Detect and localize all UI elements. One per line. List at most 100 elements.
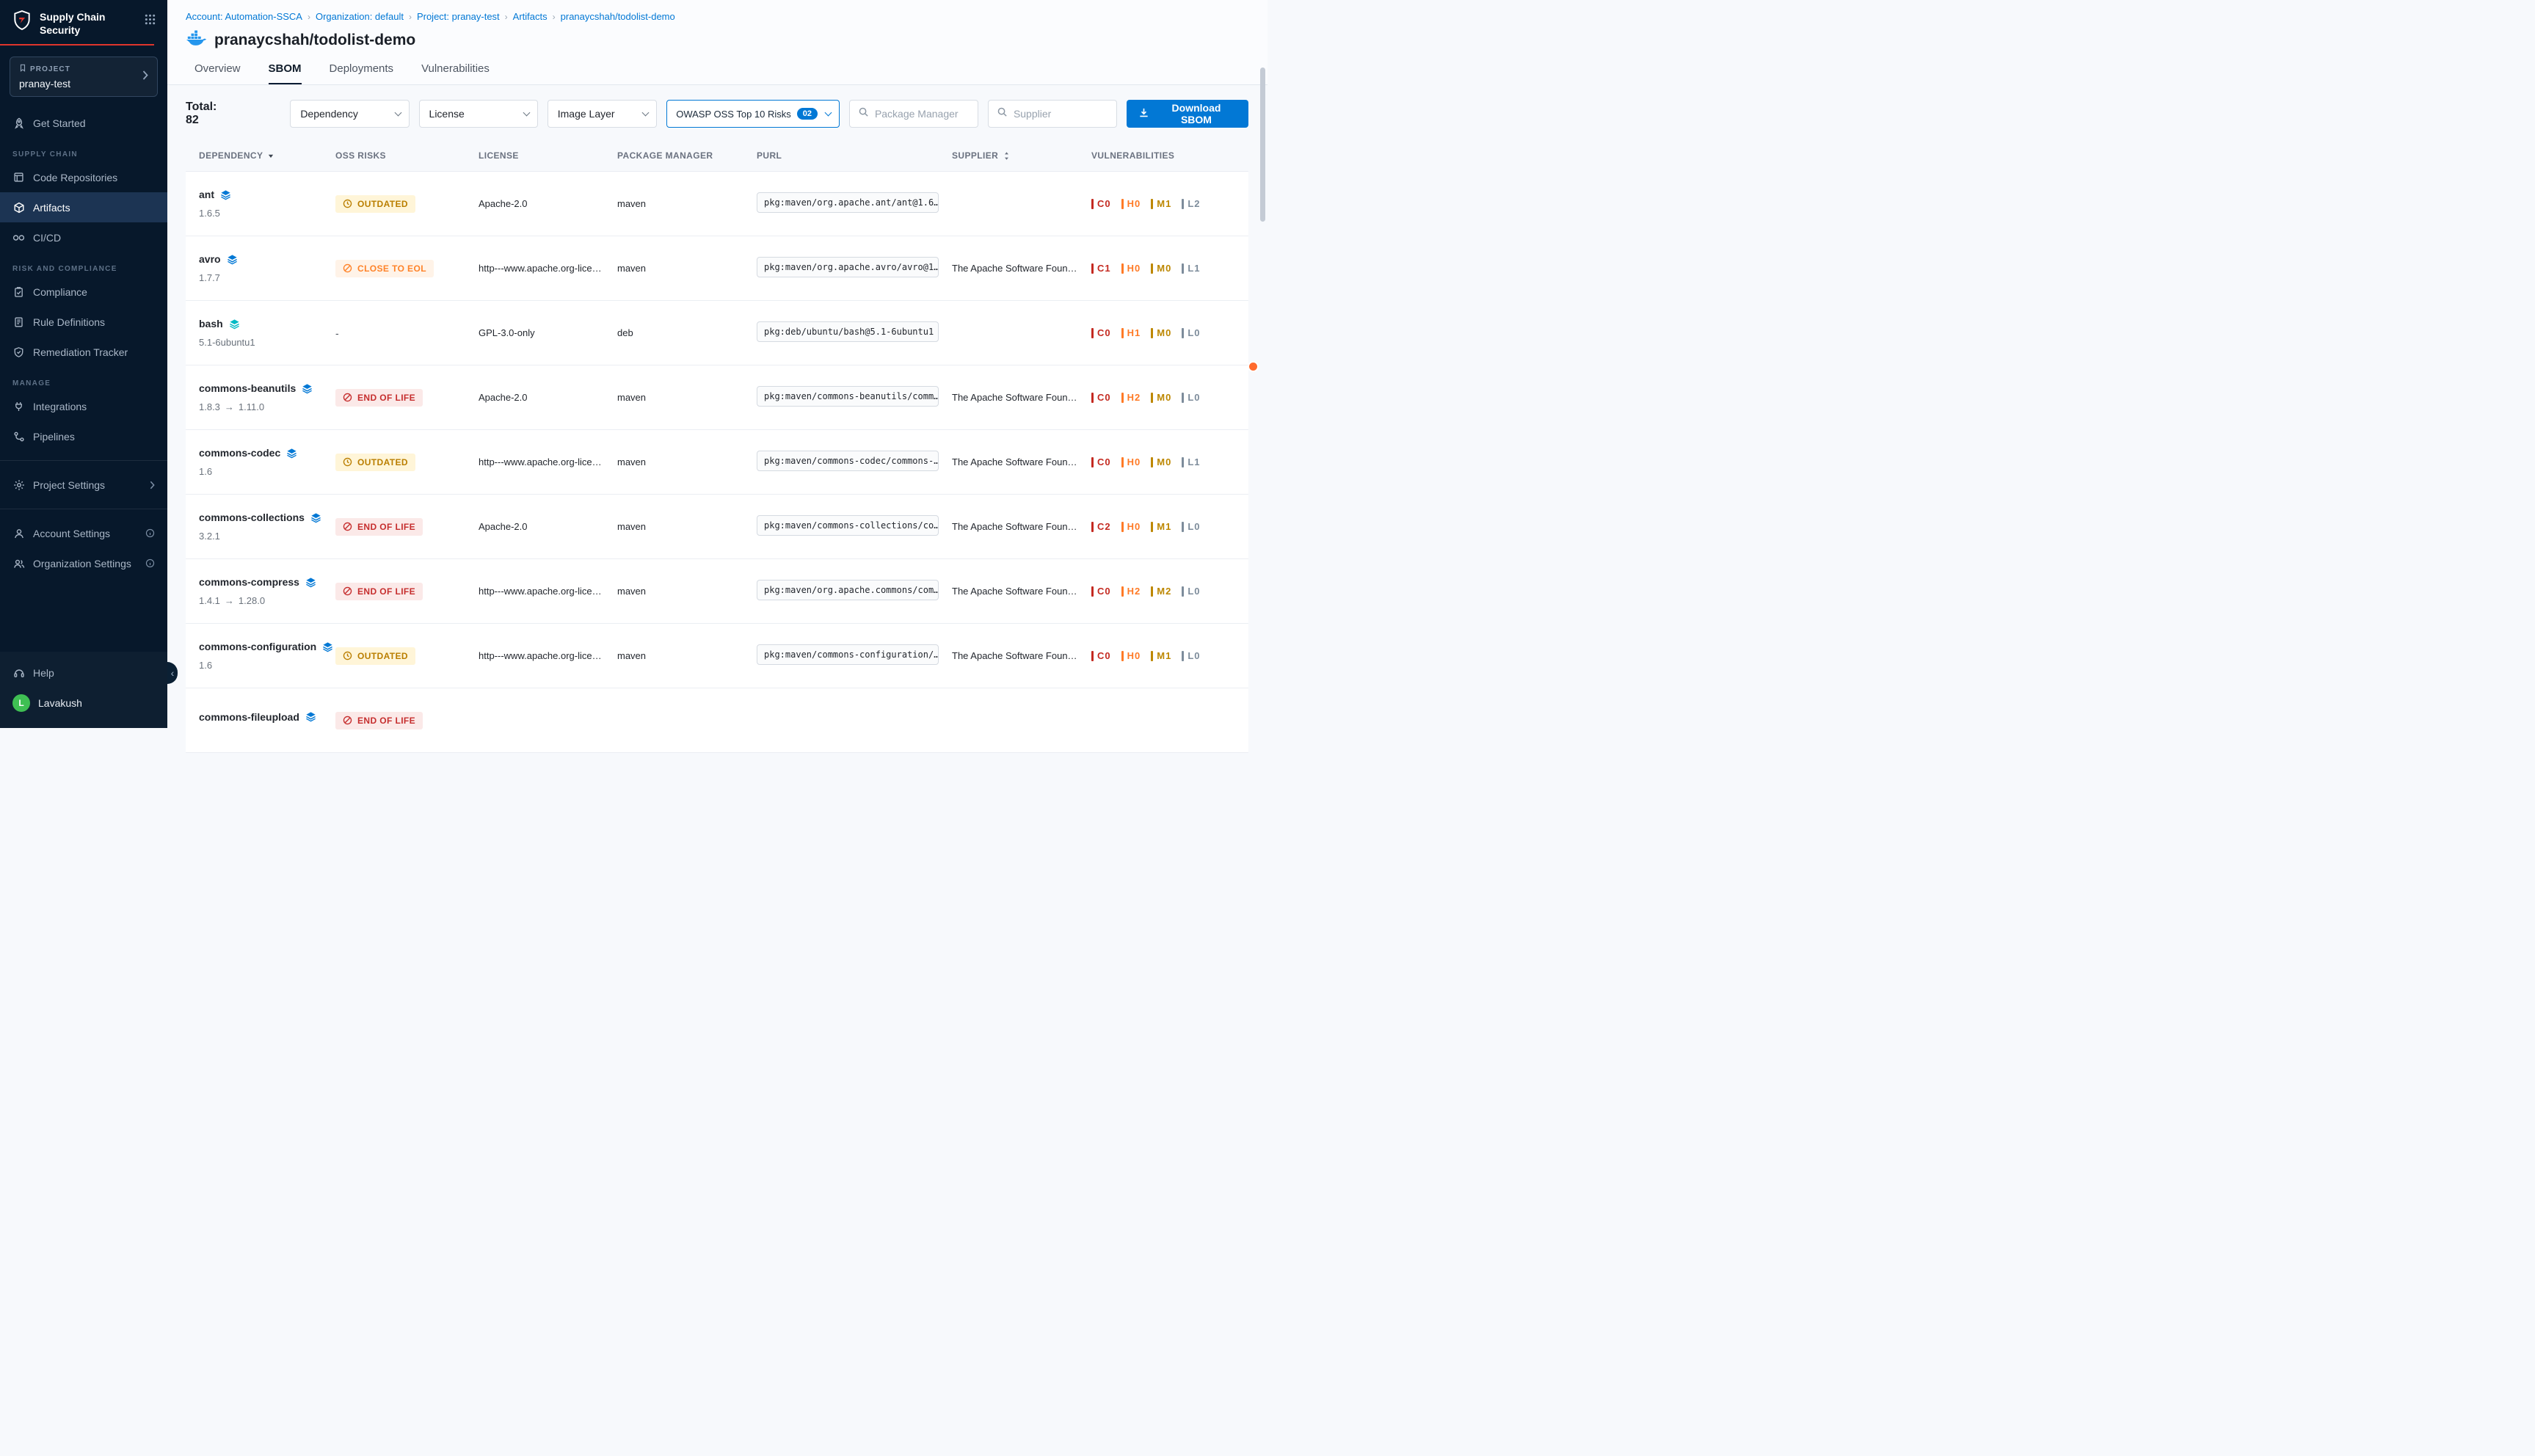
purl-chip: pkg:maven/commons-codec/commons-… xyxy=(757,451,939,471)
table-row[interactable]: avro 1.7.7 CLOSE TO EOL http---www.apach… xyxy=(186,236,1248,301)
breadcrumb-account[interactable]: Account: Automation-SSCA xyxy=(186,11,302,22)
supplier-search-input[interactable] xyxy=(1014,108,1108,120)
table-row[interactable]: commons-codec 1.6 OUTDATED http---www.ap… xyxy=(186,430,1248,495)
sidebar-item-label: Compliance xyxy=(33,286,87,298)
sidebar-item-remediation-tracker[interactable]: Remediation Tracker xyxy=(0,337,167,367)
purl-chip: pkg:deb/ubuntu/bash@5.1-6ubuntu1 xyxy=(757,321,939,342)
vertical-scrollbar[interactable] xyxy=(1260,68,1265,222)
layers-icon xyxy=(302,383,313,394)
risk-icon xyxy=(343,651,352,660)
col-purl: PURL xyxy=(757,150,952,161)
vulnerability-counts: C0H0M1L0 xyxy=(1091,650,1248,661)
toolbar: Total: 82 Dependency License Image Layer… xyxy=(167,85,1268,140)
info-icon xyxy=(145,558,155,568)
search-icon xyxy=(997,106,1008,121)
vulnerability-counts: C0H0M0L1 xyxy=(1091,456,1248,467)
project-name: pranay-test xyxy=(19,78,148,90)
arrow-right-icon: → xyxy=(225,401,234,412)
vulnerability-counts: C1H0M0L1 xyxy=(1091,263,1248,274)
layers-icon xyxy=(310,512,321,523)
vulnerability-counts: C0H0M1L2 xyxy=(1091,198,1248,209)
sidebar-item-artifacts[interactable]: Artifacts xyxy=(0,192,167,222)
project-label: PROJECT xyxy=(19,64,148,74)
table-row[interactable]: commons-configuration 1.6 OUTDATED http-… xyxy=(186,624,1248,688)
dependency-filter-dropdown[interactable]: Dependency xyxy=(290,100,409,128)
layers-icon xyxy=(227,254,238,265)
dependency-version: 3.2.1 xyxy=(199,531,335,542)
risk-badge: END OF LIFE xyxy=(335,389,423,407)
tab-deployments[interactable]: Deployments xyxy=(330,62,394,84)
tab-overview[interactable]: Overview xyxy=(194,62,241,84)
module-grid-icon[interactable] xyxy=(145,14,156,29)
app-title: Supply Chain Security xyxy=(40,10,120,37)
risk-badge: END OF LIFE xyxy=(335,518,423,536)
vulnerability-pill: M1 xyxy=(1151,521,1171,532)
package-manager-search-input[interactable] xyxy=(875,108,970,120)
sidebar-item-rule-definitions[interactable]: Rule Definitions xyxy=(0,307,167,337)
sidebar-item-label: Organization Settings xyxy=(33,558,131,569)
table-row[interactable]: bash 5.1-6ubuntu1 - GPL-3.0-only deb pkg… xyxy=(186,301,1248,365)
purl-chip: pkg:maven/commons-beanutils/comm… xyxy=(757,386,939,407)
oss-risk-cell: OUTDATED xyxy=(335,454,479,471)
package-manager: maven xyxy=(617,650,757,661)
vulnerability-pill: M0 xyxy=(1151,392,1171,403)
sidebar-item-code-repositories[interactable]: Code Repositories xyxy=(0,162,167,192)
package-manager: maven xyxy=(617,456,757,467)
breadcrumb-organization[interactable]: Organization: default xyxy=(316,11,404,22)
sidebar-item-project-settings[interactable]: Project Settings xyxy=(0,470,167,500)
chevron-down-icon xyxy=(523,109,530,116)
table-row[interactable]: commons-compress 1.4.1 → 1.28.0 END OF L… xyxy=(186,559,1248,624)
project-selector[interactable]: PROJECT pranay-test xyxy=(10,57,158,97)
notification-dot[interactable] xyxy=(1248,361,1259,372)
dependency-name: commons-configuration xyxy=(199,641,316,652)
download-sbom-button[interactable]: Download SBOM xyxy=(1127,100,1248,128)
dependency-version: 1.6 xyxy=(199,660,335,671)
vulnerability-pill: C0 xyxy=(1091,392,1111,403)
dependency-name: bash xyxy=(199,318,223,330)
sidebar-item-help[interactable]: Help xyxy=(0,658,167,688)
app-root: Supply Chain Security PROJECT pranay-tes… xyxy=(0,0,1268,728)
dependency-version: 5.1-6ubuntu1 xyxy=(199,337,335,348)
dependency-version: 1.4.1 → 1.28.0 xyxy=(199,595,335,606)
tab-sbom[interactable]: SBOM xyxy=(269,62,302,84)
license: Apache-2.0 xyxy=(479,392,617,403)
section-supply-chain: SUPPLY CHAIN xyxy=(12,150,167,159)
tab-vulnerabilities[interactable]: Vulnerabilities xyxy=(421,62,490,84)
vulnerability-pill: H2 xyxy=(1121,586,1141,597)
chevron-left-icon: ‹ xyxy=(171,667,175,679)
layers-icon xyxy=(229,318,240,330)
sidebar-item-label: Get Started xyxy=(33,117,86,129)
sidebar-item-account-settings[interactable]: Account Settings xyxy=(0,518,167,548)
table-row[interactable]: ant 1.6.5 OUTDATED Apache-2.0 maven pkg:… xyxy=(186,172,1248,236)
purl-cell: pkg:maven/org.apache.commons/com… xyxy=(757,580,952,603)
main-content: Account: Automation-SSCA › Organization:… xyxy=(167,0,1268,728)
risk-icon xyxy=(343,199,352,208)
user-menu[interactable]: L Lavakush xyxy=(0,688,167,718)
sidebar-item-compliance[interactable]: Compliance xyxy=(0,277,167,307)
layers-icon xyxy=(305,577,316,588)
purl-chip: pkg:maven/org.apache.ant/ant@1.6… xyxy=(757,192,939,213)
license: Apache-2.0 xyxy=(479,198,617,209)
sidebar-item-cicd[interactable]: CI/CD xyxy=(0,222,167,252)
dependency-version: 1.7.7 xyxy=(199,272,335,283)
table-row[interactable]: commons-collections 3.2.1 END OF LIFE Ap… xyxy=(186,495,1248,559)
col-dependency[interactable]: DEPENDENCY xyxy=(199,150,335,161)
breadcrumb-artifacts[interactable]: Artifacts xyxy=(513,11,548,22)
vulnerability-pill: M2 xyxy=(1151,586,1171,597)
sidebar-item-organization-settings[interactable]: Organization Settings xyxy=(0,548,167,578)
table-row[interactable]: commons-fileupload END OF LIFE xyxy=(186,688,1248,753)
dependency-name: commons-collections xyxy=(199,512,305,523)
sbom-table: DEPENDENCY OSS RISKS LICENSE PACKAGE MAN… xyxy=(186,140,1248,753)
sidebar-item-get-started[interactable]: Get Started xyxy=(0,108,167,138)
breadcrumb-project[interactable]: Project: pranay-test xyxy=(417,11,500,22)
table-row[interactable]: commons-beanutils 1.8.3 → 1.11.0 END OF … xyxy=(186,365,1248,430)
breadcrumb-current[interactable]: pranaycshah/todolist-demo xyxy=(561,11,675,22)
owasp-risks-filter-dropdown[interactable]: OWASP OSS Top 10 Risks 02 xyxy=(666,100,840,128)
license-filter-dropdown[interactable]: License xyxy=(419,100,538,128)
vulnerability-pill: M0 xyxy=(1151,327,1171,338)
col-supplier[interactable]: SUPPLIER xyxy=(952,150,1091,161)
sidebar-item-pipelines[interactable]: Pipelines xyxy=(0,421,167,451)
image-layer-filter-dropdown[interactable]: Image Layer xyxy=(548,100,657,128)
docker-icon xyxy=(186,30,206,51)
sidebar-item-integrations[interactable]: Integrations xyxy=(0,391,167,421)
